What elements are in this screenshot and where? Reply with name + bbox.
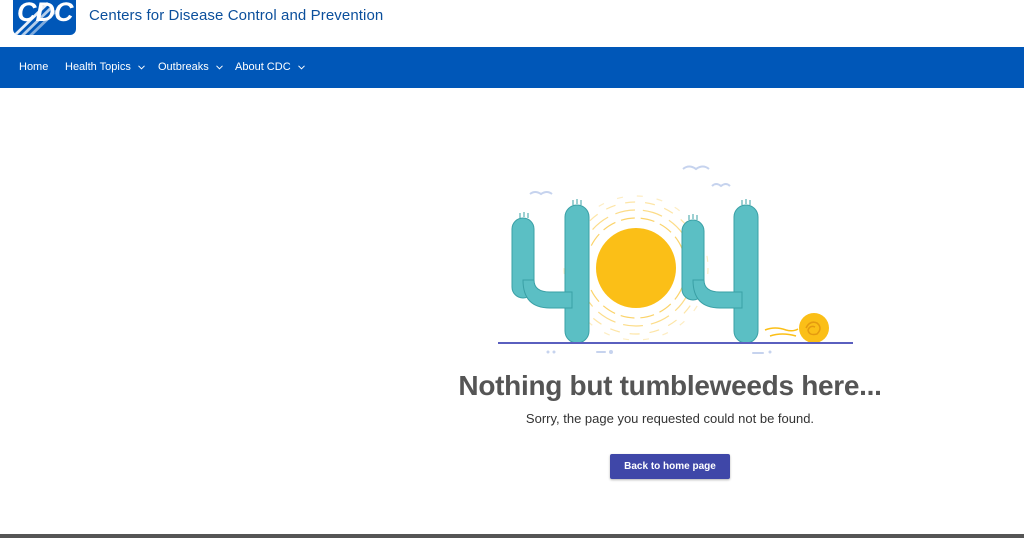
bottom-border <box>0 534 1024 538</box>
error-message: Sorry, the page you requested could not … <box>525 411 815 426</box>
chevron-down-icon <box>138 65 145 70</box>
site-title[interactable]: Centers for Disease Control and Preventi… <box>89 7 383 24</box>
nav-item-label: Outbreaks <box>158 61 209 73</box>
site-header: CDC Centers for Disease Control and Prev… <box>0 0 1024 47</box>
cactus-icon <box>681 204 759 344</box>
logo-text: CDC <box>17 0 73 27</box>
nav-item-home[interactable]: Home <box>19 47 48 88</box>
nav-item-label: About CDC <box>235 61 291 73</box>
bird-icon <box>529 165 731 196</box>
error-heading: Nothing but tumbleweeds here... <box>458 370 882 401</box>
main-nav: Home Health Topics Outbreaks About CDC <box>0 47 1024 88</box>
pebbles-icon <box>546 350 772 354</box>
cactus-icon <box>511 204 590 344</box>
nav-item-about-cdc[interactable]: About CDC <box>235 47 305 88</box>
chevron-down-icon <box>215 65 223 70</box>
nav-item-label: Health Topics <box>65 61 131 73</box>
nav-item-outbreaks[interactable]: Outbreaks <box>158 47 223 88</box>
nav-item-health-topics[interactable]: Health Topics <box>65 47 145 88</box>
back-to-home-button[interactable]: Back to home page <box>610 454 730 479</box>
tumbleweed-icon <box>764 313 829 343</box>
404-illustration <box>498 165 853 354</box>
chevron-down-icon <box>297 65 305 70</box>
sun-icon <box>596 228 676 308</box>
cdc-logo[interactable]: CDC <box>13 0 76 35</box>
nav-item-label: Home <box>19 61 49 73</box>
